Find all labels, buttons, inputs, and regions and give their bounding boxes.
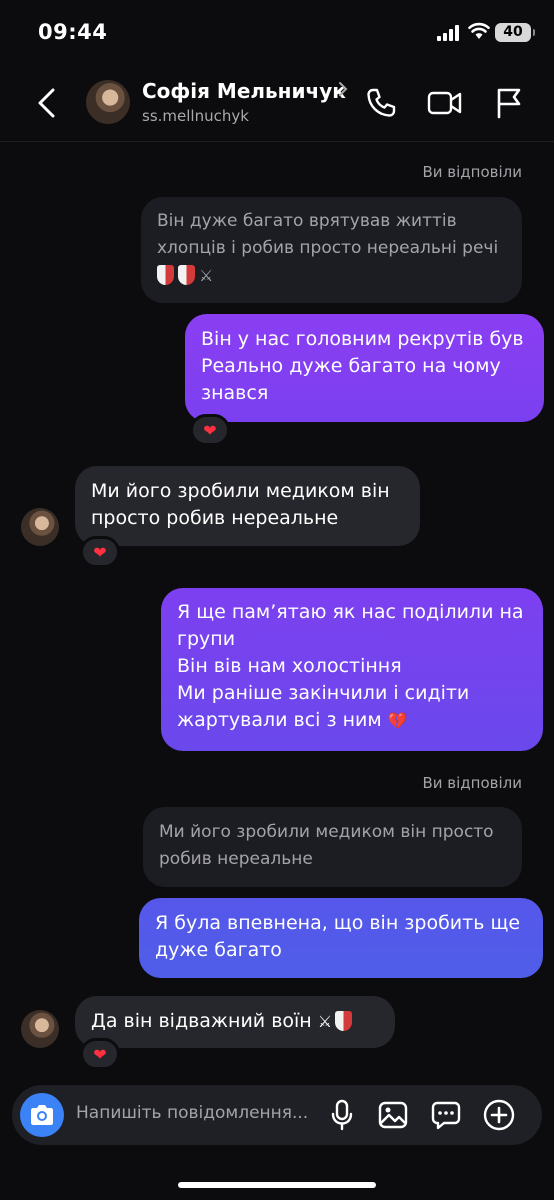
message-line: Ми його зробили медиком він (91, 480, 390, 502)
incoming-message[interactable]: Ми його зробили медиком він просто робив… (75, 466, 420, 546)
quoted-message[interactable]: Ми його зробили медиком він просто робив… (143, 807, 522, 887)
outgoing-message[interactable]: Я була впевнена, що він зробить ще дуже … (139, 898, 543, 978)
shield-emoji (157, 264, 174, 285)
contact-name[interactable]: Софія Мельничук (142, 79, 346, 103)
reply-label: Ви відповіли (422, 163, 522, 181)
video-call-button[interactable] (426, 84, 464, 122)
outgoing-message[interactable]: Я ще пам’ятаю як нас поділили на групи В… (161, 588, 543, 751)
quoted-line: Він дуже багато врятував життів (157, 211, 457, 231)
crossed-swords-emoji: ⚔ (199, 266, 214, 285)
message-line-with-emoji: Да він відважний воїн ⚔ (91, 1008, 379, 1035)
message-input[interactable]: Напишіть повідомлення... (76, 1103, 326, 1123)
heart-reaction[interactable]: ❤ (190, 414, 230, 446)
message-line: Реально дуже багато на чому (201, 355, 501, 377)
quoted-line: хлопців і робив просто нереальні речі (157, 238, 499, 258)
message-line-with-emoji: жартували всі з ним 💔 (177, 707, 527, 734)
status-bar: 09:44 40 (0, 0, 554, 64)
report-button[interactable] (490, 84, 528, 122)
shield-emoji (335, 1011, 353, 1031)
message-line: просто робив нереальне (91, 507, 339, 529)
message-line: дуже багато (155, 939, 282, 961)
microphone-icon (331, 1099, 353, 1131)
quoted-message[interactable]: Він дуже багато врятував життів хлопців … (141, 197, 522, 303)
gallery-button[interactable] (375, 1097, 411, 1133)
sender-avatar[interactable] (21, 1010, 59, 1048)
sender-avatar[interactable] (21, 508, 59, 546)
quoted-line: робив нереальне (159, 849, 313, 869)
message-line: Він вів нам холостіння (177, 655, 402, 677)
cellular-signal-icon (437, 25, 463, 41)
message-line: Я ще пам’ятаю як нас поділили на (177, 601, 524, 623)
home-indicator[interactable] (178, 1182, 376, 1188)
plus-circle-icon (483, 1099, 515, 1131)
chat-bubble-dots-icon (431, 1101, 461, 1130)
heart-reaction[interactable]: ❤ (80, 536, 120, 568)
voice-message-button[interactable] (324, 1097, 360, 1133)
phone-icon (367, 88, 396, 117)
message-text: Да він відважний воїн (91, 1010, 312, 1032)
chevron-right-icon (338, 81, 348, 101)
chevron-left-icon (38, 88, 55, 118)
contact-avatar[interactable] (86, 80, 130, 124)
wifi-icon (468, 22, 490, 40)
message-line: Ми раніше закінчили і сидіти (177, 682, 470, 704)
message-line: групи (177, 628, 236, 650)
quoted-emoji-row: ⚔ (157, 262, 506, 290)
sticker-button[interactable] (428, 1097, 464, 1133)
message-line: Він у нас головним рекрутів був (201, 328, 524, 350)
crossed-swords-emoji: ⚔ (317, 1012, 333, 1031)
chat-header: Софія Мельничук ss.mellnuchyk (0, 64, 554, 142)
message-line: Я була впевнена, що він зробить ще (155, 912, 521, 934)
more-actions-button[interactable] (481, 1097, 517, 1133)
shield-emoji (178, 264, 195, 285)
outgoing-message[interactable]: Він у нас головним рекрутів був Реально … (185, 314, 544, 422)
status-time: 09:44 (38, 20, 108, 44)
contact-username: ss.mellnuchyk (142, 107, 249, 125)
image-icon (378, 1101, 408, 1129)
camera-button[interactable] (20, 1093, 64, 1137)
message-text: жартували всі з ним (177, 709, 382, 731)
incoming-message[interactable]: Да він відважний воїн ⚔ (75, 996, 395, 1048)
message-list[interactable]: Ви відповіли Він дуже багато врятував жи… (0, 142, 554, 1082)
message-composer: Напишіть повідомлення... (12, 1085, 542, 1145)
audio-call-button[interactable] (362, 84, 400, 122)
broken-heart-emoji: 💔 (387, 711, 408, 730)
heart-reaction[interactable]: ❤ (80, 1038, 120, 1070)
camera-icon (31, 1105, 53, 1125)
battery-indicator: 40 (495, 23, 535, 42)
message-line: знався (201, 382, 269, 404)
back-button[interactable] (30, 86, 64, 120)
video-camera-icon (427, 91, 462, 115)
quoted-line: Ми його зробили медиком він просто (159, 822, 494, 842)
reply-label: Ви відповіли (422, 774, 522, 792)
flag-icon (497, 88, 521, 119)
